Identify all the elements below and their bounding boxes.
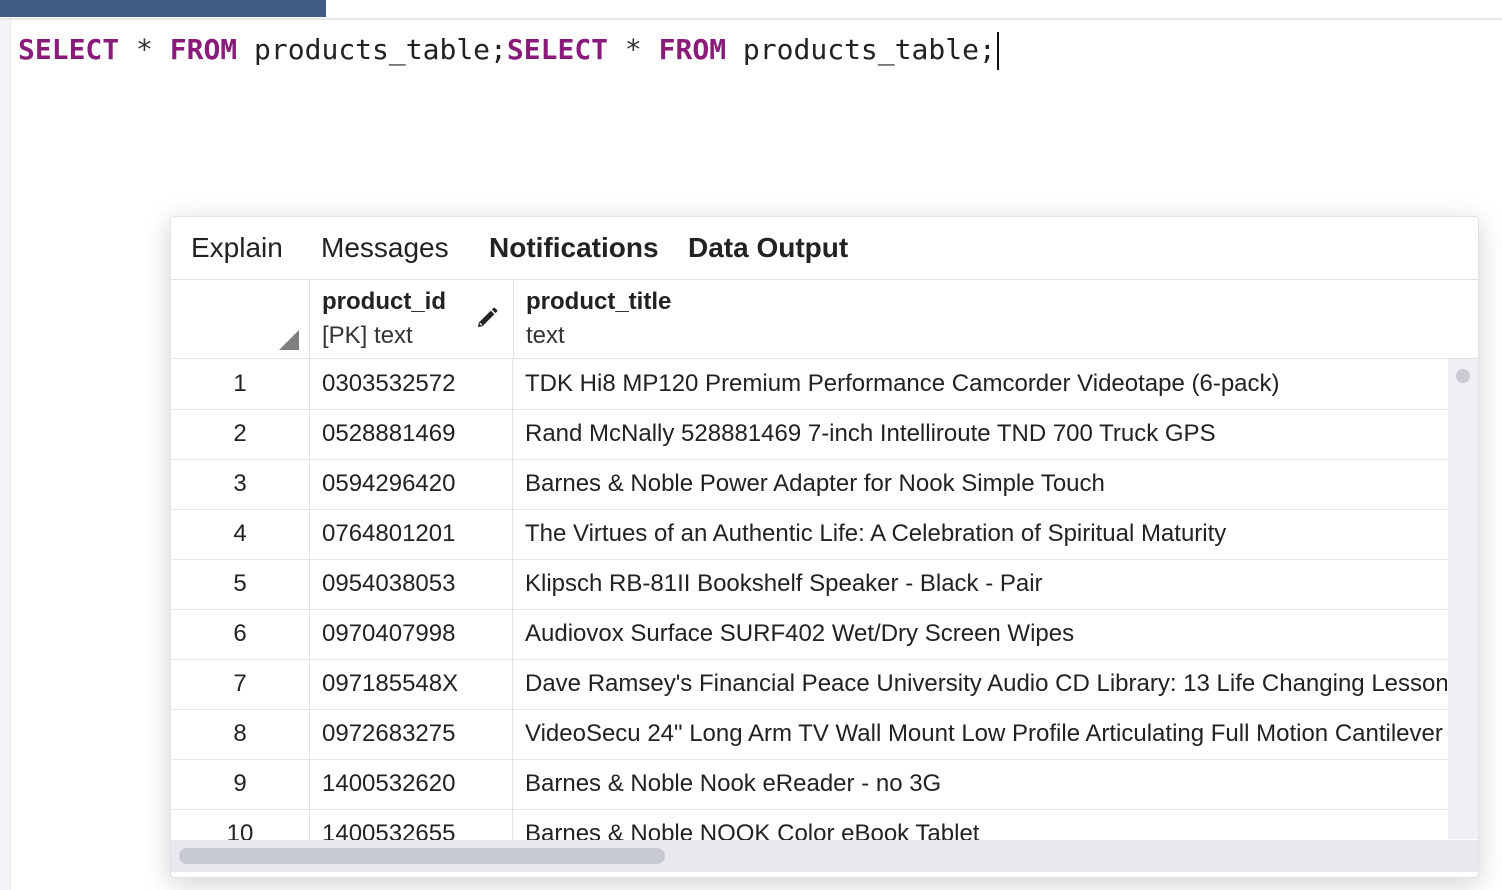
- table-row[interactable]: 4 0764801201 The Virtues of an Authentic L…: [171, 509, 1447, 560]
- row-number[interactable]: 1: [171, 359, 310, 409]
- cell-product-title[interactable]: Barnes & Noble Nook eReader - no 3G: [514, 759, 1447, 809]
- horizontal-scroll-thumb[interactable]: [179, 848, 665, 864]
- editor-gutter: [0, 20, 11, 890]
- sql-keyword: FROM: [169, 33, 238, 66]
- cell-product-title[interactable]: Barnes & Noble NOOK Color eBook Tablet: [514, 809, 1447, 840]
- column-type: [PK] text: [322, 322, 413, 349]
- column-type: text: [526, 322, 565, 349]
- horizontal-scrollbar[interactable]: [171, 840, 1478, 872]
- cell-product-title[interactable]: TDK Hi8 MP120 Premium Performance Camcor…: [514, 359, 1447, 409]
- sql-keyword: FROM: [658, 33, 727, 66]
- cell-product-id[interactable]: 0972683275: [310, 709, 513, 759]
- column-name: product_id: [322, 288, 446, 315]
- sort-corner-icon[interactable]: [279, 330, 299, 350]
- tab-messages[interactable]: Messages: [321, 217, 449, 279]
- cell-product-id[interactable]: 0528881469: [310, 409, 513, 459]
- row-number-header: [171, 280, 310, 359]
- table-row[interactable]: 6 0970407998 Audiovox Surface SURF402 Wet/…: [171, 609, 1447, 660]
- vertical-scroll-thumb[interactable]: [1456, 369, 1470, 383]
- cell-product-title[interactable]: Dave Ramsey's Financial Peace University…: [514, 659, 1447, 709]
- cell-product-title[interactable]: VideoSecu 24" Long Arm TV Wall Mount Low…: [514, 709, 1447, 759]
- sql-token: products_table;: [726, 33, 996, 66]
- table-row[interactable]: 2 0528881469 Rand McNally 528881469 7-inch…: [171, 409, 1447, 460]
- table-row[interactable]: 1 0303532572 TDK Hi8 MP120 Premium Perform…: [171, 359, 1447, 410]
- results-panel: Explain Messages Notifications Data Output …: [170, 216, 1479, 878]
- table-row[interactable]: 7 097185548X Dave Ramsey's Financial Peace…: [171, 659, 1447, 710]
- table-row[interactable]: 10 1400532655 Barnes & Noble NOOK Color eB…: [171, 809, 1447, 840]
- pencil-icon[interactable]: [475, 306, 499, 330]
- cell-product-title[interactable]: The Virtues of an Authentic Life: A Cele…: [514, 509, 1447, 559]
- cell-product-id[interactable]: 0970407998: [310, 609, 513, 659]
- cell-product-title[interactable]: Rand McNally 528881469 7-inch Intellirou…: [514, 409, 1447, 459]
- cell-product-title[interactable]: Barnes & Noble Power Adapter for Nook Si…: [514, 459, 1447, 509]
- cell-product-title[interactable]: Klipsch RB-81II Bookshelf Speaker - Blac…: [514, 559, 1447, 609]
- cell-product-id[interactable]: 1400532620: [310, 759, 513, 809]
- row-number[interactable]: 7: [171, 659, 310, 709]
- cell-product-id[interactable]: 0303532572: [310, 359, 513, 409]
- row-number[interactable]: 6: [171, 609, 310, 659]
- cell-product-id[interactable]: 1400532655: [310, 809, 513, 840]
- data-grid: product_id [PK] text product_title text …: [171, 280, 1478, 840]
- column-name: product_title: [526, 288, 672, 315]
- tab-data-output[interactable]: Data Output: [688, 217, 848, 279]
- cell-product-id[interactable]: 0594296420: [310, 459, 513, 509]
- row-number[interactable]: 4: [171, 509, 310, 559]
- cell-product-id[interactable]: 097185548X: [310, 659, 513, 709]
- table-row[interactable]: 5 0954038053 Klipsch RB-81II Bookshelf Spe…: [171, 559, 1447, 610]
- row-number[interactable]: 10: [171, 809, 310, 840]
- table-row[interactable]: 9 1400532620 Barnes & Noble Nook eReader -…: [171, 759, 1447, 810]
- sql-token: *: [608, 33, 659, 66]
- sql-keyword: SELECT: [18, 33, 120, 66]
- vertical-scrollbar[interactable]: [1448, 359, 1478, 839]
- row-number[interactable]: 9: [171, 759, 310, 809]
- row-number[interactable]: 3: [171, 459, 310, 509]
- tab-notifications[interactable]: Notifications: [489, 217, 659, 279]
- sql-editor-line[interactable]: SELECT * FROM products_table;SELECT * FR…: [18, 30, 999, 70]
- cell-product-id[interactable]: 0764801201: [310, 509, 513, 559]
- text-cursor: [996, 32, 999, 70]
- sql-keyword: SELECT: [506, 33, 609, 66]
- sql-token: *: [119, 33, 170, 66]
- top-accent-bar: [0, 0, 326, 17]
- row-number[interactable]: 8: [171, 709, 310, 759]
- tab-explain[interactable]: Explain: [191, 217, 283, 279]
- cell-product-id[interactable]: 0954038053: [310, 559, 513, 609]
- sql-token: products_table;: [237, 33, 507, 66]
- row-number[interactable]: 5: [171, 559, 310, 609]
- column-header-product-id[interactable]: product_id [PK] text: [310, 280, 514, 359]
- results-tabs: Explain Messages Notifications Data Output: [171, 217, 1478, 280]
- column-header-product-title[interactable]: product_title text: [514, 280, 1478, 359]
- cell-product-title[interactable]: Audiovox Surface SURF402 Wet/Dry Screen …: [514, 609, 1447, 659]
- table-row[interactable]: 8 0972683275 VideoSecu 24" Long Arm TV Wal…: [171, 709, 1447, 760]
- top-divider: [0, 18, 1502, 20]
- table-row[interactable]: 3 0594296420 Barnes & Noble Power Adapter …: [171, 459, 1447, 510]
- row-number[interactable]: 2: [171, 409, 310, 459]
